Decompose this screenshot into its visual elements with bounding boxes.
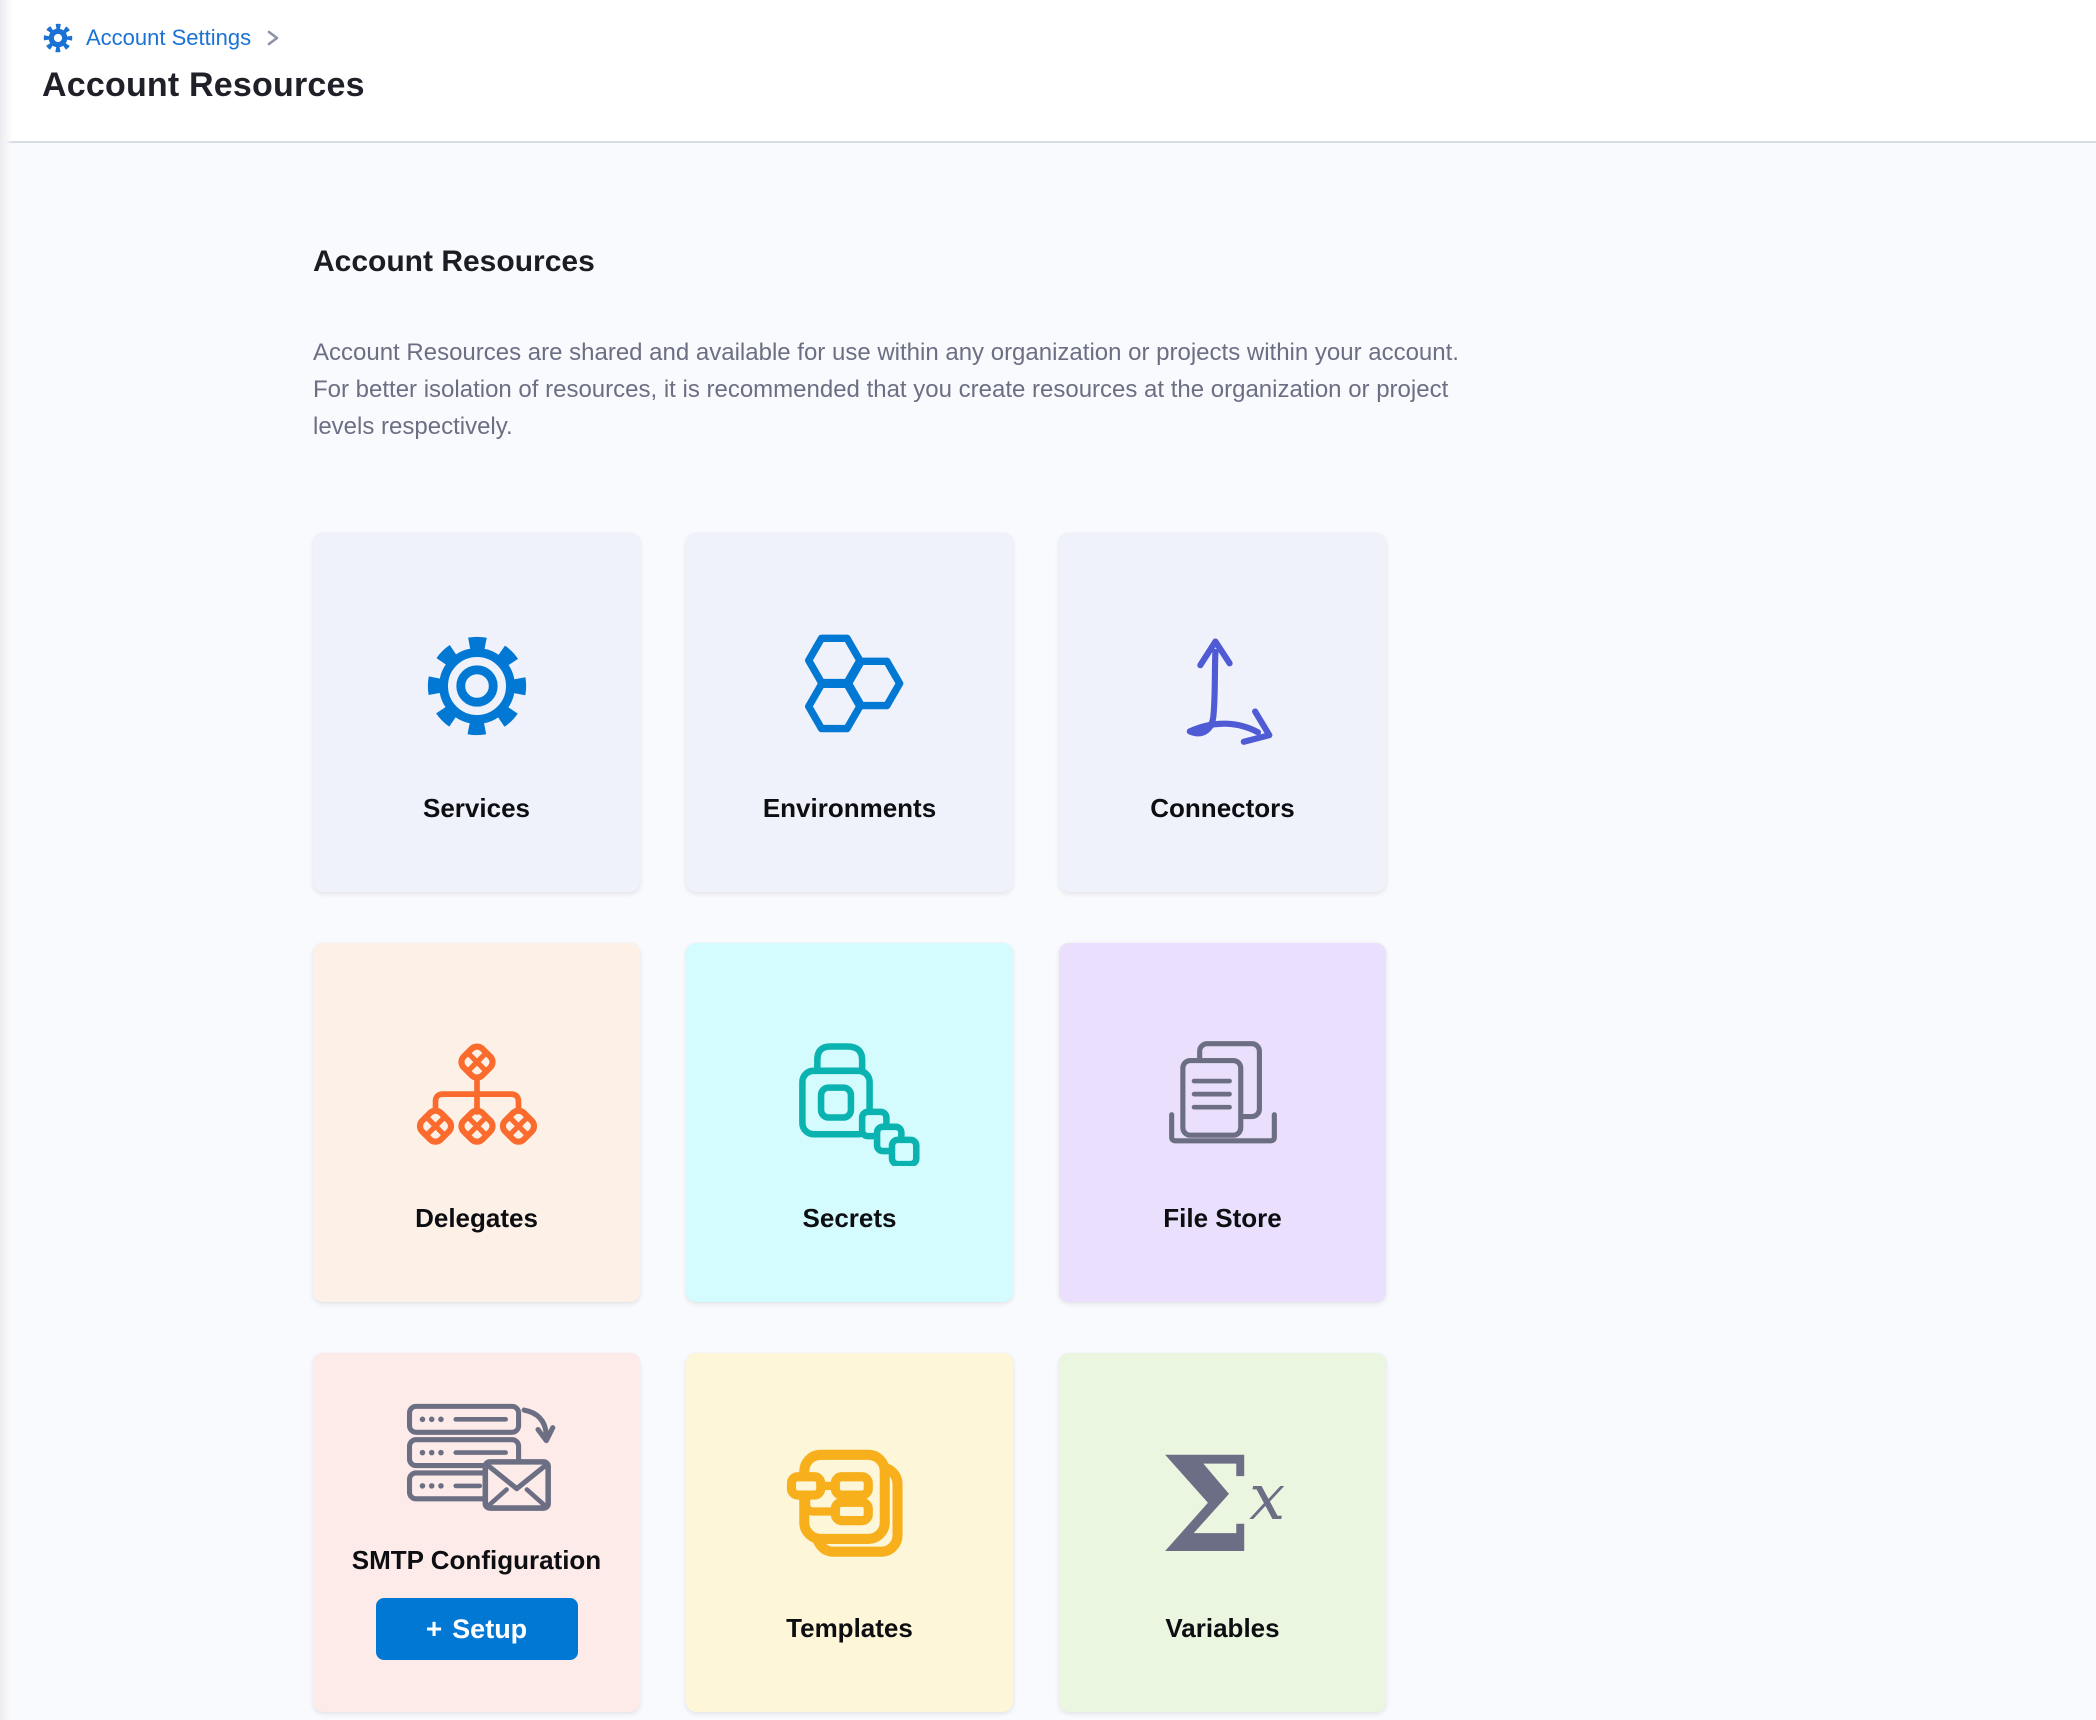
variables-sigma-icon: Σ x	[1160, 1431, 1285, 1581]
page-title: Account Resources	[42, 66, 2096, 105]
resource-card-grid: Services Environments	[313, 533, 1386, 1712]
secrets-lock-chain-icon	[780, 1021, 920, 1171]
card-label: Templates	[786, 1613, 913, 1644]
card-environments[interactable]: Environments	[686, 533, 1013, 892]
account-settings-gear-icon	[42, 22, 74, 54]
card-services[interactable]: Services	[313, 533, 640, 892]
smtp-setup-button[interactable]: + Setup	[376, 1598, 578, 1660]
breadcrumb-link-account-settings[interactable]: Account Settings	[86, 25, 251, 51]
card-label: Environments	[763, 793, 936, 824]
card-label: File Store	[1163, 1203, 1281, 1234]
environments-hexagons-icon	[790, 611, 910, 761]
card-delegates[interactable]: Delegates	[313, 943, 640, 1302]
description-line: levels respectively.	[313, 408, 2096, 445]
breadcrumb: Account Settings	[42, 20, 2096, 56]
card-label: Services	[423, 793, 530, 824]
x-glyph: x	[1249, 1466, 1285, 1530]
card-label: Delegates	[415, 1203, 538, 1234]
card-connectors[interactable]: Connectors	[1059, 533, 1386, 892]
section-description: Account Resources are shared and availab…	[313, 334, 2096, 445]
plus-icon: +	[426, 1615, 442, 1643]
services-gear-icon	[418, 611, 536, 761]
connectors-arrows-icon	[1171, 611, 1275, 761]
section-heading: Account Resources	[313, 243, 2096, 281]
card-label: Variables	[1165, 1613, 1279, 1644]
card-secrets[interactable]: Secrets	[686, 943, 1013, 1302]
account-resources-page: Account Resources Account Resources are …	[0, 145, 2096, 1720]
description-line: For better isolation of resources, it is…	[313, 371, 2096, 408]
templates-stack-icon	[786, 1431, 914, 1581]
card-templates[interactable]: Templates	[686, 1353, 1013, 1712]
breadcrumb-chevron-icon	[265, 28, 281, 48]
card-variables[interactable]: Σ x Variables	[1059, 1353, 1386, 1712]
card-file-store[interactable]: File Store	[1059, 943, 1386, 1302]
card-label: Secrets	[803, 1203, 897, 1234]
setup-button-label: Setup	[452, 1614, 527, 1645]
smtp-server-mail-icon	[398, 1401, 556, 1519]
description-line: Account Resources are shared and availab…	[313, 334, 2096, 371]
delegates-hierarchy-icon	[411, 1021, 543, 1171]
file-store-documents-tray-icon	[1153, 1021, 1293, 1171]
card-label: SMTP Configuration	[352, 1545, 601, 1576]
card-label: Connectors	[1150, 793, 1294, 824]
sigma-glyph: Σ	[1160, 1440, 1253, 1572]
card-smtp-configuration[interactable]: SMTP Configuration + Setup	[313, 1353, 640, 1712]
top-header: Account Settings Account Resources	[0, 0, 2096, 143]
